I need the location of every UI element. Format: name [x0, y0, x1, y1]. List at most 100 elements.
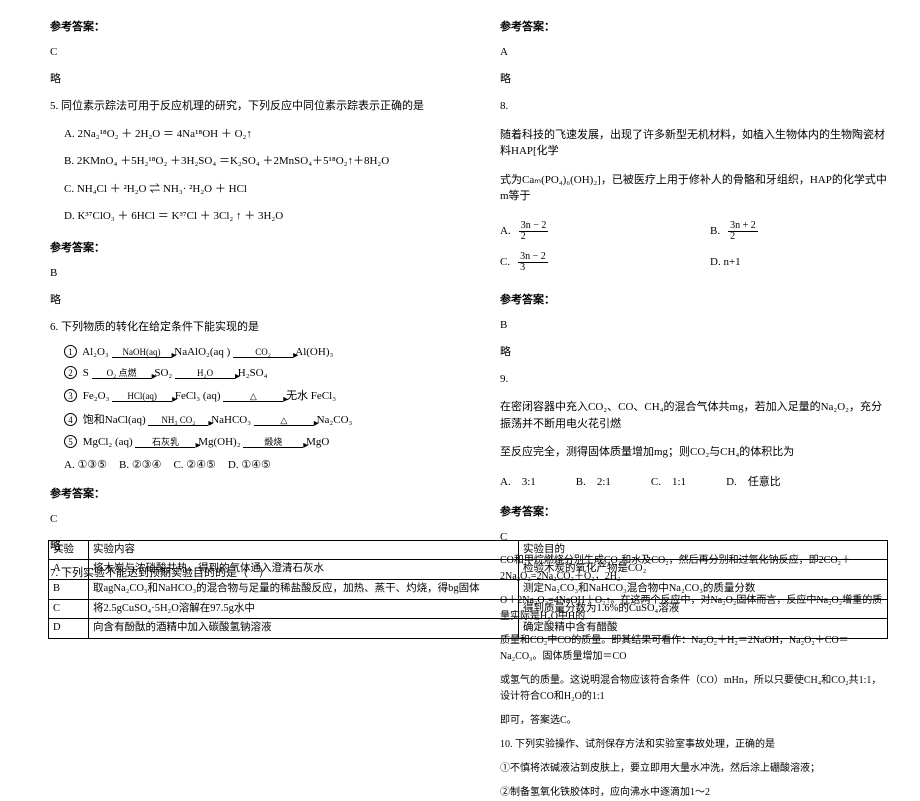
rD-1: D — [49, 619, 89, 639]
r1-lab1: NaOH(aq) — [123, 347, 161, 357]
q6-optD: D. ①④⑤ — [228, 458, 271, 471]
rB-1: B — [49, 579, 89, 599]
r5-lab2: 煅烧 — [264, 437, 282, 447]
answer-label: 参考答案： — [500, 18, 890, 34]
answer-text: C — [50, 46, 440, 58]
q9-optD: D. 任意比 — [726, 473, 781, 489]
r3-lab2: △ — [250, 391, 257, 401]
table-row: B 取agNa₂CO₃和NaHCO₃的混合物与足量的稀盐酸反应，加热、蒸干、灼烧… — [49, 579, 888, 599]
answer-text: A — [500, 46, 890, 58]
omit-text: 略 — [50, 70, 440, 86]
explain-l4: 或氢气的质量。这说明混合物应该符合条件（CO）mHn，所以只要使CH₄和CO₂共… — [500, 673, 890, 705]
answer-text: C — [50, 513, 440, 525]
rB-3: 测定Na₂CO₃和NaHCO₃混合物中Na₂CO₃的质量分数 — [519, 579, 888, 599]
r5-a: MgCl₂ (aq) — [83, 436, 133, 448]
r1-lab2: CO₂ — [255, 347, 271, 357]
explain-l6: 10. 下列实验操作、试剂保存方法和实验室事故处理，正确的是 — [500, 737, 890, 753]
rC-3: 得到质量分数为1.6%的CuSO₄溶液 — [519, 599, 888, 619]
r2-a: S — [83, 367, 89, 379]
r3-b: FeCl₃ (aq) — [175, 390, 221, 402]
q5-optB: B. 2KMnO₄ ＋5H₂¹⁸O₂ ＋3H₂SO₄ ＝K₂SO₄ ＋2MnSO… — [50, 153, 440, 171]
rD-2: 向含有酚酞的酒精中加入碳酸氢钠溶液 — [89, 619, 519, 639]
q8-stem2: 式为Caₘ(PO₄)₆(OH)₂]，已被医疗上用于修补人的骨骼和牙组织，HAP的… — [500, 172, 890, 205]
fracA-num: 3n − 2 — [519, 221, 549, 232]
q9-stem2: 至反应完全，测得固体质量增加mg；则CO₂与CH₄的体积比为 — [500, 444, 890, 461]
r2-lab2: H₂O — [197, 368, 213, 378]
q8-options: A. 3n − 22 B. 3n + 22 C. 3n − 23 D. n+1 — [500, 221, 890, 273]
omit-text: 略 — [50, 291, 440, 307]
table-row: 实验 实验内容 实验目的 — [49, 540, 888, 560]
q6-r1: 1 Al₂O₃ NaOH(aq)▸ NaAlO₂(aq ) CO₂▸ Al(OH… — [50, 345, 440, 358]
q6-optC: C. ②④⑤ — [173, 458, 215, 471]
r3-lab1: HCl(aq) — [127, 391, 157, 401]
rC-2: 将2.5gCuSO₄·5H₂O溶解在97.5g水中 — [89, 599, 519, 619]
r5-lab1: 石灰乳 — [152, 437, 179, 447]
q9-optC: C. 1:1 — [651, 473, 686, 489]
experiment-table: 实验 实验内容 实验目的 A 将木炭与浓硝酸共热，得到的气体通入澄清石灰水 检验… — [48, 540, 888, 639]
r5-b: Mg(OH)₂ — [198, 436, 240, 448]
answer-label: 参考答案： — [500, 291, 890, 307]
q5-stem: 5. 同位素示踪法可用于反应机理的研究，下列反应中同位素示踪表示正确的是 — [50, 98, 440, 115]
r1-b: NaAlO₂(aq ) — [174, 346, 230, 358]
r2-b: SO₂ — [154, 367, 172, 379]
q8-stem1: 随着科技的飞速发展，出现了许多新型无机材料，如植入生物体内的生物陶瓷材料HAP[… — [500, 127, 890, 160]
q8-optC: C. 3n − 23 — [500, 252, 680, 273]
q9-optB: B. 2:1 — [576, 473, 611, 489]
r4-a: 饱和NaCl(aq) — [83, 414, 146, 426]
q9-stem1: 在密闭容器中充入CO₂、CO、CH₄的混合气体共mg，若加入足量的Na₂O₂，充… — [500, 399, 890, 432]
r3-a: Fe₂O₃ — [83, 390, 110, 402]
fracC-den: 3 — [518, 263, 548, 273]
answer-text: B — [500, 319, 890, 331]
q5-optD: D. K³⁷ClO₃ ＋ 6HCl ＝ K³⁷Cl ＋ 3Cl₂ ↑ ＋ 3H₂… — [50, 208, 440, 226]
q8-optA: A. 3n − 22 — [500, 221, 680, 242]
r2-c: H₂SO₄ — [238, 367, 268, 379]
rA-3: 检验木炭的氧化产物是CO₂ — [519, 560, 888, 580]
r4-b: NaHCO₃ — [211, 414, 251, 426]
q6-r3: 3 Fe₂O₃ HCl(aq)▸ FeCl₃ (aq) △▸ 无水 FeCl₃ — [50, 387, 440, 403]
omit-text: 略 — [500, 343, 890, 359]
q9-options: A. 3:1 B. 2:1 C. 1:1 D. 任意比 — [500, 473, 890, 489]
q8-optB: B. 3n + 22 — [710, 221, 890, 242]
q5-optA: A. 2Na₂¹⁸O₂ ＋ 2H₂O ＝ 4Na¹⁸OH ＋ O₂↑ — [50, 126, 440, 144]
q8-num: 8. — [500, 98, 890, 115]
r4-c: Na₂CO₃ — [317, 414, 353, 426]
answer-label: 参考答案： — [50, 485, 440, 501]
table-row: A 将木炭与浓硝酸共热，得到的气体通入澄清石灰水 检验木炭的氧化产物是CO₂ — [49, 560, 888, 580]
omit-text: 略 — [500, 70, 890, 86]
answer-text: B — [50, 267, 440, 279]
th-3: 实验目的 — [519, 540, 888, 560]
q5-optC: C. NH₄Cl ＋ ²H₂O ⇌ NH₃· ²H₂O ＋ HCl — [50, 181, 440, 199]
answer-label: 参考答案： — [50, 18, 440, 34]
rC-1: C — [49, 599, 89, 619]
r1-a: Al₂O₃ — [82, 346, 109, 358]
q6-options: A. ①③⑤ B. ②③④ C. ②④⑤ D. ①④⑤ — [50, 458, 440, 471]
rB-2: 取agNa₂CO₃和NaHCO₃的混合物与足量的稀盐酸反应，加热、蒸干、灼烧，得… — [89, 579, 519, 599]
fracB-den: 2 — [728, 232, 758, 242]
q6-r5: 5 MgCl₂ (aq) 石灰乳▸ Mg(OH)₂ 煅烧▸ MgO — [50, 435, 440, 448]
r1-c: Al(OH)₃ — [295, 346, 333, 358]
answer-label: 参考答案： — [50, 239, 440, 255]
fracB-num: 3n + 2 — [728, 221, 758, 232]
r3-c: 无水 FeCl₃ — [286, 390, 336, 402]
th-2: 实验内容 — [89, 540, 519, 560]
fracA-den: 2 — [519, 232, 549, 242]
rD-3: 确定酸精中含有醋酸 — [519, 619, 888, 639]
explain-l8: ②制备氢氧化铁胶体时，应向沸水中逐滴加1～2 — [500, 785, 890, 801]
q6-optA: A. ①③⑤ — [64, 458, 107, 471]
fracC-num: 3n − 2 — [518, 252, 548, 263]
table-row: C 将2.5gCuSO₄·5H₂O溶解在97.5g水中 得到质量分数为1.6%的… — [49, 599, 888, 619]
q8-optD: D. n+1 — [710, 252, 890, 273]
r4-lab2: △ — [280, 415, 287, 425]
q6-optB: B. ②③④ — [119, 458, 161, 471]
r2-lab1: O₂ 点燃 — [107, 368, 137, 378]
explain-l5: 即可，答案选C。 — [500, 713, 890, 729]
table-row: D 向含有酚酞的酒精中加入碳酸氢钠溶液 确定酸精中含有醋酸 — [49, 619, 888, 639]
q9-optA: A. 3:1 — [500, 473, 536, 489]
rA-2: 将木炭与浓硝酸共热，得到的气体通入澄清石灰水 — [89, 560, 519, 580]
q6-stem: 6. 下列物质的转化在给定条件下能实现的是 — [50, 319, 440, 336]
r5-c: MgO — [306, 436, 329, 448]
q6-r2: 2 S O₂ 点燃▸ SO₂ H₂O▸ H₂SO₄ — [50, 366, 440, 379]
q6-r4: 4 饱和NaCl(aq) NH₃ CO₂▸ NaHCO₃ △▸ Na₂CO₃ — [50, 411, 440, 427]
explain-l7: ①不慎将浓碱液沾到皮肤上，要立即用大量水冲洗，然后涂上硼酸溶液； — [500, 761, 890, 777]
answer-label: 参考答案： — [500, 503, 890, 519]
